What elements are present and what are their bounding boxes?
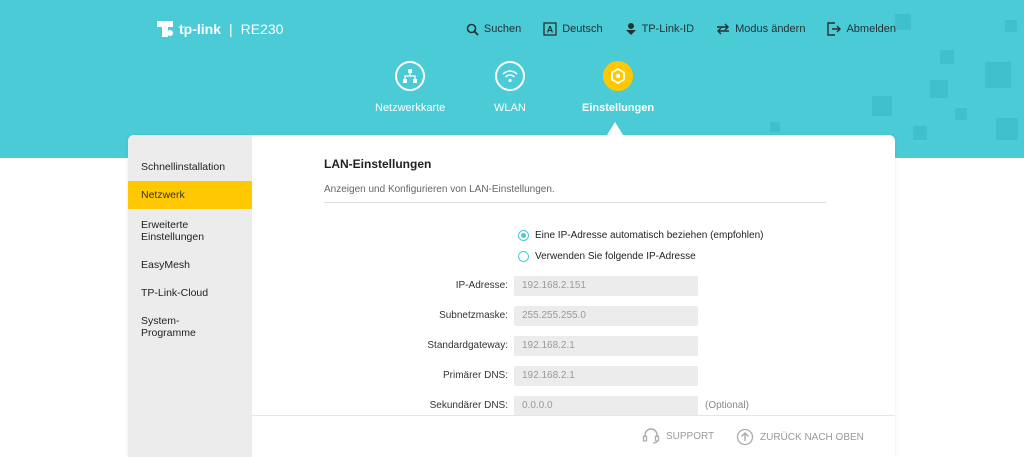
tab-wlan[interactable]: WLAN bbox=[494, 61, 526, 114]
brand-name: tp-link bbox=[179, 21, 221, 37]
tplink-id-button[interactable]: TP-Link-ID bbox=[625, 22, 695, 36]
sidebar-item-quick-setup[interactable]: Schnellinstallation bbox=[128, 161, 252, 173]
sidebar-item-easymesh[interactable]: EasyMesh bbox=[128, 259, 252, 271]
main-nav: Netzwerkkarte WLAN Einstellungen bbox=[372, 61, 662, 121]
decorative-pixel bbox=[985, 62, 1011, 88]
sidebar-item-cloud[interactable]: TP-Link-Cloud bbox=[128, 287, 252, 299]
mode-switch-button[interactable]: Modus ändern bbox=[716, 22, 805, 36]
tplink-id-label: TP-Link-ID bbox=[641, 23, 695, 35]
active-tab-pointer bbox=[607, 122, 623, 135]
decorative-pixel bbox=[930, 80, 948, 98]
sidebar: Schnellinstallation Netzwerk Erweiterte … bbox=[128, 135, 252, 457]
optional-note: (Optional) bbox=[705, 400, 749, 411]
sidebar-item-label: Netzwerk bbox=[141, 189, 185, 201]
network-map-icon bbox=[395, 61, 426, 91]
radio-static-ip-label: Verwenden Sie folgende IP-Adresse bbox=[535, 251, 696, 262]
support-label: SUPPORT bbox=[666, 430, 715, 442]
search-button[interactable]: Suchen bbox=[466, 22, 521, 36]
radio-auto-ip-label: Eine IP-Adresse automatisch beziehen (em… bbox=[535, 230, 764, 241]
sidebar-item-network[interactable]: Netzwerk bbox=[128, 181, 252, 209]
sidebar-item-label: System-Programme bbox=[141, 315, 196, 339]
mode-switch-icon bbox=[717, 23, 730, 35]
brand-separator: | bbox=[229, 21, 233, 37]
language-icon: A bbox=[543, 22, 557, 36]
ip-address-row: IP-Adresse: 192.168.2.151 bbox=[252, 276, 895, 296]
search-label: Suchen bbox=[483, 23, 522, 35]
primary-dns-row: Primärer DNS: 192.168.2.1 bbox=[252, 366, 895, 386]
gateway-field[interactable]: 192.168.2.1 bbox=[514, 336, 698, 356]
decorative-pixel bbox=[940, 50, 954, 64]
sidebar-item-label: TP-Link-Cloud bbox=[141, 287, 209, 299]
gateway-label: Standardgateway: bbox=[427, 340, 508, 351]
ip-address-field[interactable]: 192.168.2.151 bbox=[514, 276, 698, 296]
support-link[interactable]: SUPPORT bbox=[642, 428, 714, 444]
logout-button[interactable]: Abmelden bbox=[827, 22, 896, 36]
headset-icon bbox=[642, 428, 660, 444]
arrow-up-circle-icon bbox=[736, 428, 754, 446]
secondary-dns-field[interactable]: 0.0.0.0 bbox=[514, 396, 698, 416]
subnet-mask-field[interactable]: 255.255.255.0 bbox=[514, 306, 698, 326]
settings-icon bbox=[603, 61, 634, 91]
decorative-pixel bbox=[895, 14, 911, 30]
subnet-mask-label: Subnetzmaske: bbox=[439, 310, 508, 321]
secondary-dns-label: Sekundärer DNS: bbox=[429, 400, 508, 411]
decorative-pixel bbox=[872, 96, 892, 116]
footer-bar: SUPPORT ZURÜCK NACH OBEN bbox=[252, 415, 895, 457]
radio-button-checked[interactable] bbox=[518, 230, 529, 241]
logout-label: Abmelden bbox=[846, 23, 896, 35]
tplink-logo-icon bbox=[157, 21, 173, 37]
sidebar-item-advanced[interactable]: Erweiterte Einstellungen bbox=[128, 219, 228, 243]
radio-auto-ip[interactable]: Eine IP-Adresse automatisch beziehen (em… bbox=[518, 230, 763, 241]
tplink-id-icon bbox=[625, 23, 636, 35]
mode-switch-label: Modus ändern bbox=[735, 23, 806, 35]
decorative-pixel bbox=[955, 108, 967, 120]
decorative-pixel bbox=[913, 126, 927, 140]
decorative-pixel bbox=[996, 118, 1018, 140]
language-button[interactable]: A Deutsch bbox=[543, 22, 603, 36]
sidebar-item-label: Erweiterte Einstellungen bbox=[141, 219, 205, 243]
page-description: Anzeigen und Konfigurieren von LAN-Einst… bbox=[324, 184, 555, 195]
tab-network-map-label: Netzwerkkarte bbox=[375, 102, 446, 114]
subnet-mask-row: Subnetzmaske: 255.255.255.0 bbox=[252, 306, 895, 326]
wifi-icon bbox=[494, 61, 525, 91]
tplink-logo: tp-link | RE230 bbox=[154, 18, 283, 40]
secondary-dns-row: Sekundärer DNS: 0.0.0.0 (Optional) bbox=[252, 396, 895, 416]
search-icon bbox=[466, 23, 479, 36]
primary-dns-label: Primärer DNS: bbox=[442, 370, 508, 381]
back-to-top-link[interactable]: ZURÜCK NACH OBEN bbox=[736, 428, 864, 446]
tab-network-map[interactable]: Netzwerkkarte bbox=[375, 61, 445, 114]
radio-button-unchecked[interactable] bbox=[518, 251, 529, 262]
back-to-top-label: ZURÜCK NACH OBEN bbox=[760, 431, 864, 443]
settings-card: Schnellinstallation Netzwerk Erweiterte … bbox=[128, 135, 895, 457]
tab-wlan-label: WLAN bbox=[494, 102, 526, 114]
ip-address-label: IP-Adresse: bbox=[455, 280, 508, 291]
model-name: RE230 bbox=[240, 21, 284, 37]
top-nav: Suchen A Deutsch TP-Link-ID Modus ändern… bbox=[466, 22, 896, 36]
radio-static-ip[interactable]: Verwenden Sie folgende IP-Adresse bbox=[518, 251, 696, 262]
decorative-pixel bbox=[1005, 20, 1017, 32]
svg-text:A: A bbox=[547, 25, 554, 35]
sidebar-item-label: Schnellinstallation bbox=[141, 161, 226, 173]
tab-settings[interactable]: Einstellungen bbox=[582, 61, 654, 114]
logout-icon bbox=[827, 22, 842, 36]
gateway-row: Standardgateway: 192.168.2.1 bbox=[252, 336, 895, 356]
tab-settings-label: Einstellungen bbox=[582, 102, 655, 114]
language-label: Deutsch bbox=[562, 23, 603, 35]
decorative-pixel bbox=[770, 122, 780, 132]
sidebar-item-label: EasyMesh bbox=[141, 259, 191, 271]
sidebar-item-system-tools[interactable]: System-Programme bbox=[128, 315, 218, 339]
page-title: LAN-Einstellungen bbox=[324, 157, 432, 171]
main-content: LAN-Einstellungen Anzeigen und Konfiguri… bbox=[252, 135, 895, 457]
primary-dns-field[interactable]: 192.168.2.1 bbox=[514, 366, 698, 386]
divider bbox=[324, 202, 826, 203]
